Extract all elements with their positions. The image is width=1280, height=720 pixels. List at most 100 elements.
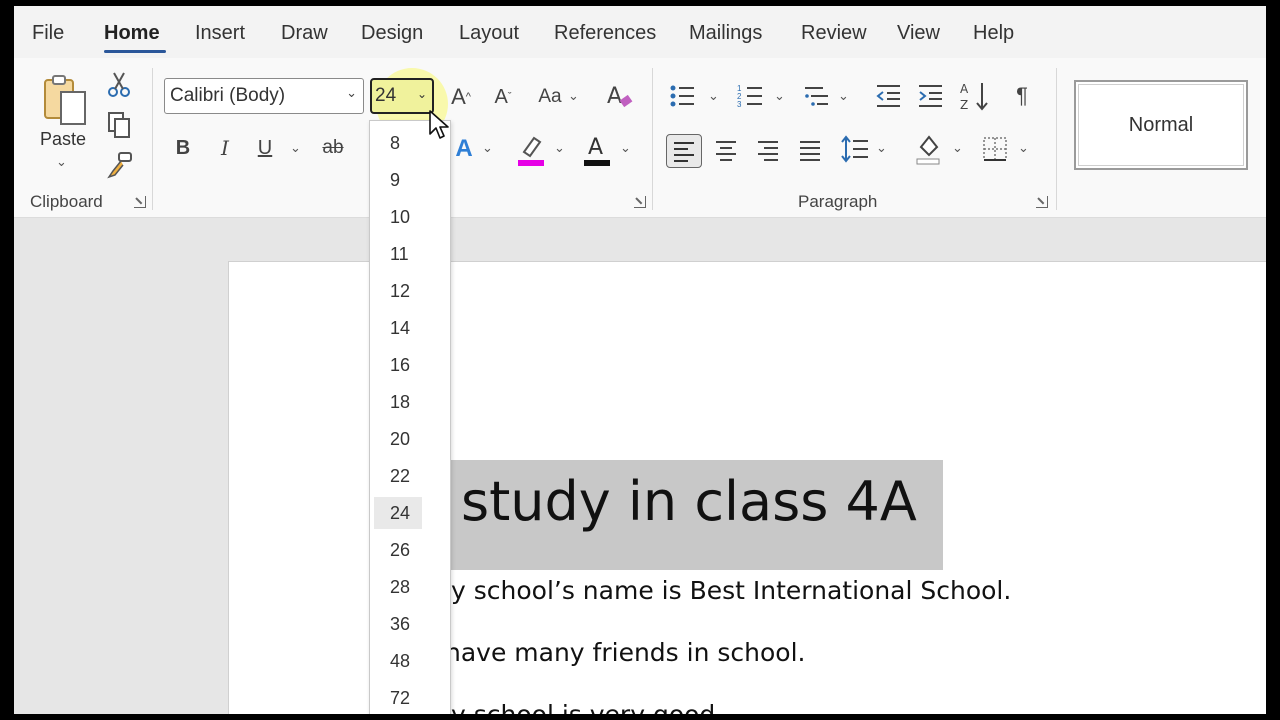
text-effects-dropdown-icon[interactable]: ⌄ bbox=[482, 140, 493, 156]
tab-insert[interactable]: Insert bbox=[195, 22, 245, 45]
align-right-icon[interactable] bbox=[754, 136, 782, 164]
svg-text:Z: Z bbox=[960, 98, 968, 112]
font-size-combobox[interactable]: 24 ⌄ bbox=[370, 78, 434, 114]
font-size-option[interactable]: 10 bbox=[374, 201, 422, 233]
line-spacing-icon[interactable] bbox=[840, 134, 870, 164]
font-size-option[interactable]: 36 bbox=[374, 608, 422, 640]
justify-icon[interactable] bbox=[796, 136, 824, 164]
tab-draw[interactable]: Draw bbox=[281, 22, 328, 45]
underline-dropdown-icon[interactable]: ⌄ bbox=[290, 140, 301, 156]
font-name-dropdown-icon[interactable]: ⌄ bbox=[346, 85, 357, 101]
font-size-option[interactable]: 18 bbox=[374, 386, 422, 418]
change-case-dropdown-icon[interactable]: ⌄ bbox=[568, 88, 579, 104]
italic-icon[interactable]: I bbox=[214, 134, 236, 162]
highlight-color-icon[interactable] bbox=[516, 132, 546, 168]
align-center-icon[interactable] bbox=[712, 136, 740, 164]
text-effects-icon[interactable]: A bbox=[450, 134, 478, 164]
paragraph-launcher-icon[interactable] bbox=[1036, 196, 1048, 208]
sort-icon[interactable]: AZ bbox=[960, 80, 990, 112]
borders-dropdown-icon[interactable]: ⌄ bbox=[1018, 140, 1029, 156]
paste-icon[interactable] bbox=[40, 72, 90, 126]
font-size-option[interactable]: 11 bbox=[374, 238, 422, 270]
font-size-value: 24 bbox=[375, 85, 397, 106]
paragraph-group-label: Paragraph bbox=[798, 192, 878, 211]
document-line[interactable]: y school’s name is Best International Sc… bbox=[451, 576, 1011, 605]
tab-references[interactable]: References bbox=[554, 22, 656, 45]
align-left-icon[interactable] bbox=[666, 134, 702, 168]
tab-mailings[interactable]: Mailings bbox=[689, 22, 762, 45]
font-size-dropdown-list: 8 9 10 11 12 14 16 18 20 22 24 26 28 36 … bbox=[369, 120, 451, 714]
font-size-option[interactable]: 9 bbox=[374, 164, 422, 196]
borders-icon[interactable] bbox=[980, 134, 1010, 164]
tab-layout[interactable]: Layout bbox=[459, 22, 519, 45]
bullets-dropdown-icon[interactable]: ⌄ bbox=[708, 88, 719, 104]
copy-icon[interactable] bbox=[106, 110, 132, 140]
increase-indent-icon[interactable] bbox=[916, 82, 944, 110]
document-line[interactable]: y school is very good. bbox=[451, 700, 723, 714]
ribbon-tabs: File Home Insert Draw Design Layout Refe… bbox=[14, 6, 1266, 58]
font-color-icon[interactable]: A bbox=[582, 130, 612, 168]
group-divider bbox=[1056, 68, 1057, 210]
font-size-option[interactable]: 72 bbox=[374, 682, 422, 714]
svg-text:A: A bbox=[588, 135, 603, 160]
font-size-option[interactable]: 26 bbox=[374, 534, 422, 566]
show-formatting-marks-icon[interactable]: ¶ bbox=[1010, 82, 1034, 110]
clipboard-launcher-icon[interactable] bbox=[134, 196, 146, 208]
font-size-option[interactable]: 14 bbox=[374, 312, 422, 344]
format-painter-icon[interactable] bbox=[106, 150, 134, 180]
numbering-icon[interactable]: 123 bbox=[736, 82, 764, 110]
tab-help[interactable]: Help bbox=[973, 22, 1014, 45]
font-name-combobox[interactable]: Calibri (Body) ⌄ bbox=[164, 78, 364, 114]
font-size-option-selected[interactable]: 24 bbox=[374, 497, 422, 529]
cut-icon[interactable] bbox=[106, 70, 132, 98]
font-size-option[interactable]: 20 bbox=[374, 423, 422, 455]
clipboard-group-label: Clipboard bbox=[30, 192, 103, 211]
document-area: study in class 4A y school’s name is Bes… bbox=[14, 219, 1266, 714]
svg-text:A: A bbox=[607, 84, 622, 109]
font-size-option[interactable]: 28 bbox=[374, 571, 422, 603]
font-color-dropdown-icon[interactable]: ⌄ bbox=[620, 140, 631, 156]
font-size-option[interactable]: 8 bbox=[374, 127, 422, 159]
shrink-font-icon[interactable]: Aˇ bbox=[488, 82, 518, 112]
group-divider bbox=[152, 68, 153, 210]
group-divider bbox=[652, 68, 653, 210]
font-size-option[interactable]: 48 bbox=[374, 645, 422, 677]
clear-formatting-icon[interactable]: A bbox=[604, 80, 636, 112]
strikethrough-icon[interactable]: ab bbox=[318, 134, 348, 162]
bold-icon[interactable]: B bbox=[172, 134, 194, 162]
font-size-option[interactable]: 22 bbox=[374, 460, 422, 492]
mouse-pointer-icon bbox=[429, 110, 451, 147]
paste-dropdown-icon[interactable]: ⌄ bbox=[56, 154, 67, 170]
svg-text:A: A bbox=[960, 82, 969, 96]
paste-button-label[interactable]: Paste bbox=[40, 129, 86, 150]
underline-icon[interactable]: U bbox=[254, 134, 276, 162]
tab-design[interactable]: Design bbox=[361, 22, 423, 45]
style-normal[interactable]: Normal bbox=[1074, 80, 1248, 170]
font-name-value: Calibri (Body) bbox=[170, 85, 286, 106]
svg-text:3: 3 bbox=[737, 100, 742, 109]
font-size-option[interactable]: 16 bbox=[374, 349, 422, 381]
font-size-option[interactable]: 12 bbox=[374, 275, 422, 307]
grow-font-icon[interactable]: A ^ bbox=[446, 82, 476, 112]
tab-file[interactable]: File bbox=[32, 22, 64, 45]
multilevel-list-icon[interactable] bbox=[802, 82, 830, 110]
document-line[interactable]: have many friends in school. bbox=[445, 638, 805, 667]
tab-review[interactable]: Review bbox=[801, 22, 867, 45]
shading-icon[interactable] bbox=[914, 132, 944, 166]
tab-home[interactable]: Home bbox=[104, 22, 160, 45]
change-case-icon[interactable]: Aa bbox=[534, 82, 566, 112]
word-window: File Home Insert Draw Design Layout Refe… bbox=[14, 6, 1266, 714]
font-size-dropdown-icon[interactable]: ⌄ bbox=[417, 87, 427, 101]
style-normal-label: Normal bbox=[1128, 113, 1194, 136]
document-heading[interactable]: study in class 4A bbox=[461, 470, 917, 533]
multilevel-dropdown-icon[interactable]: ⌄ bbox=[838, 88, 849, 104]
bullets-icon[interactable] bbox=[668, 82, 696, 110]
decrease-indent-icon[interactable] bbox=[874, 82, 902, 110]
numbering-dropdown-icon[interactable]: ⌄ bbox=[774, 88, 785, 104]
highlight-dropdown-icon[interactable]: ⌄ bbox=[554, 140, 565, 156]
active-tab-indicator bbox=[104, 50, 166, 53]
tab-view[interactable]: View bbox=[897, 22, 940, 45]
shading-dropdown-icon[interactable]: ⌄ bbox=[952, 140, 963, 156]
line-spacing-dropdown-icon[interactable]: ⌄ bbox=[876, 140, 887, 156]
font-launcher-icon[interactable] bbox=[634, 196, 646, 208]
